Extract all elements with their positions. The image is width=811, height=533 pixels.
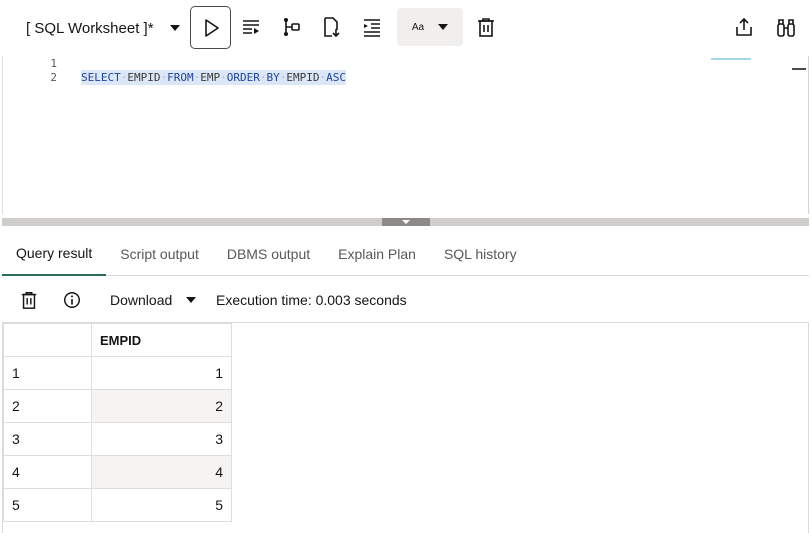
cell-empid[interactable]: 3 <box>91 422 232 456</box>
tab-sql-history[interactable]: SQL history <box>430 232 531 276</box>
cell-empid[interactable]: 4 <box>91 455 232 489</box>
result-table: EMPID 1 1 2 2 3 3 4 4 5 5 <box>3 323 232 522</box>
run-script-icon <box>243 20 259 34</box>
column-header-empid[interactable]: EMPID <box>91 323 232 357</box>
binoculars-icon <box>777 19 795 37</box>
table-header-row: EMPID <box>3 323 232 357</box>
tab-script-output[interactable]: Script output <box>106 232 213 276</box>
worksheet-selector[interactable]: [ SQL Worksheet ]* <box>18 10 188 46</box>
chevron-down-icon <box>169 25 180 31</box>
download-label: Download <box>110 292 173 308</box>
clear-result-button[interactable] <box>17 288 41 312</box>
splitter-handle[interactable] <box>382 218 430 226</box>
run-statement-icon <box>204 18 219 37</box>
trash-icon <box>21 292 37 309</box>
tab-dbms-output[interactable]: DBMS output <box>213 232 324 276</box>
code-token: EMPID <box>286 71 320 84</box>
sql-editor[interactable]: 1 2 SELECT·EMPID·FROM·EMP·ORDER·BY·EMPID… <box>2 56 809 214</box>
code-token: EMP <box>200 71 221 84</box>
row-number: 4 <box>3 455 92 489</box>
row-number: 1 <box>3 356 92 390</box>
row-number: 3 <box>3 422 92 456</box>
editor-hint-line <box>711 58 751 60</box>
share-icon <box>736 17 752 36</box>
line-number: 2 <box>50 71 57 84</box>
code-line[interactable]: SELECT·EMPID·FROM·EMP·ORDER·BY·EMPID·ASC <box>81 70 346 86</box>
pane-splitter[interactable] <box>2 218 809 226</box>
code-token: BY <box>266 71 280 84</box>
explain-plan-button[interactable] <box>271 7 311 47</box>
table-row[interactable]: 1 1 <box>3 356 232 390</box>
code-token: ASC <box>326 71 346 84</box>
output-tabs: Query result Script output DBMS output E… <box>2 232 809 276</box>
collapse-arrow-icon <box>402 220 410 224</box>
worksheet-toolbar: [ SQL Worksheet ]* Aa <box>0 0 811 56</box>
editor-scrollbar[interactable] <box>792 68 806 70</box>
table-row[interactable]: 3 3 <box>3 422 232 456</box>
case-menu-button[interactable]: Aa <box>397 8 463 46</box>
find-button[interactable] <box>766 7 806 47</box>
selected-statement: SELECT·EMPID·FROM·EMP·ORDER·BY·EMPID·ASC <box>81 70 346 85</box>
table-row[interactable]: 4 4 <box>3 455 232 489</box>
run-statement-button[interactable] <box>190 6 231 49</box>
autotrace-button[interactable] <box>311 7 351 47</box>
run-script-button[interactable] <box>231 7 271 47</box>
share-button[interactable] <box>724 7 764 47</box>
format-indent-icon <box>364 19 380 37</box>
code-token: ORDER <box>226 71 260 84</box>
code-token: EMPID <box>127 71 161 84</box>
case-label: Aa <box>411 21 425 33</box>
chevron-down-icon <box>186 297 197 303</box>
tab-query-result[interactable]: Query result <box>2 232 107 276</box>
worksheet-title: [ SQL Worksheet ]* <box>26 19 154 37</box>
trash-icon <box>478 18 494 37</box>
code-token: SELECT <box>81 71 121 84</box>
result-grid: EMPID 1 1 2 2 3 3 4 4 5 5 <box>2 323 809 533</box>
row-number: 5 <box>3 488 92 522</box>
cell-empid[interactable]: 2 <box>91 389 232 423</box>
table-row[interactable]: 2 2 <box>3 389 232 423</box>
code-token: FROM <box>167 71 194 84</box>
row-number-header <box>3 323 92 357</box>
explain-plan-icon <box>284 18 300 36</box>
cell-empid[interactable]: 5 <box>91 488 232 522</box>
chevron-down-icon <box>438 24 449 30</box>
execution-time: Execution time: 0.003 seconds <box>216 292 407 308</box>
result-toolbar: Download Execution time: 0.003 seconds <box>2 277 809 323</box>
clear-editor-button[interactable] <box>466 7 506 47</box>
info-icon <box>64 292 80 308</box>
table-row[interactable]: 5 5 <box>3 488 232 522</box>
row-number: 2 <box>3 389 92 423</box>
info-button[interactable] <box>60 288 84 312</box>
autotrace-icon <box>324 17 340 38</box>
tab-explain-plan[interactable]: Explain Plan <box>324 232 430 276</box>
download-menu-button[interactable]: Download <box>110 289 197 311</box>
format-button[interactable] <box>352 7 392 47</box>
cell-empid[interactable]: 1 <box>91 356 232 390</box>
